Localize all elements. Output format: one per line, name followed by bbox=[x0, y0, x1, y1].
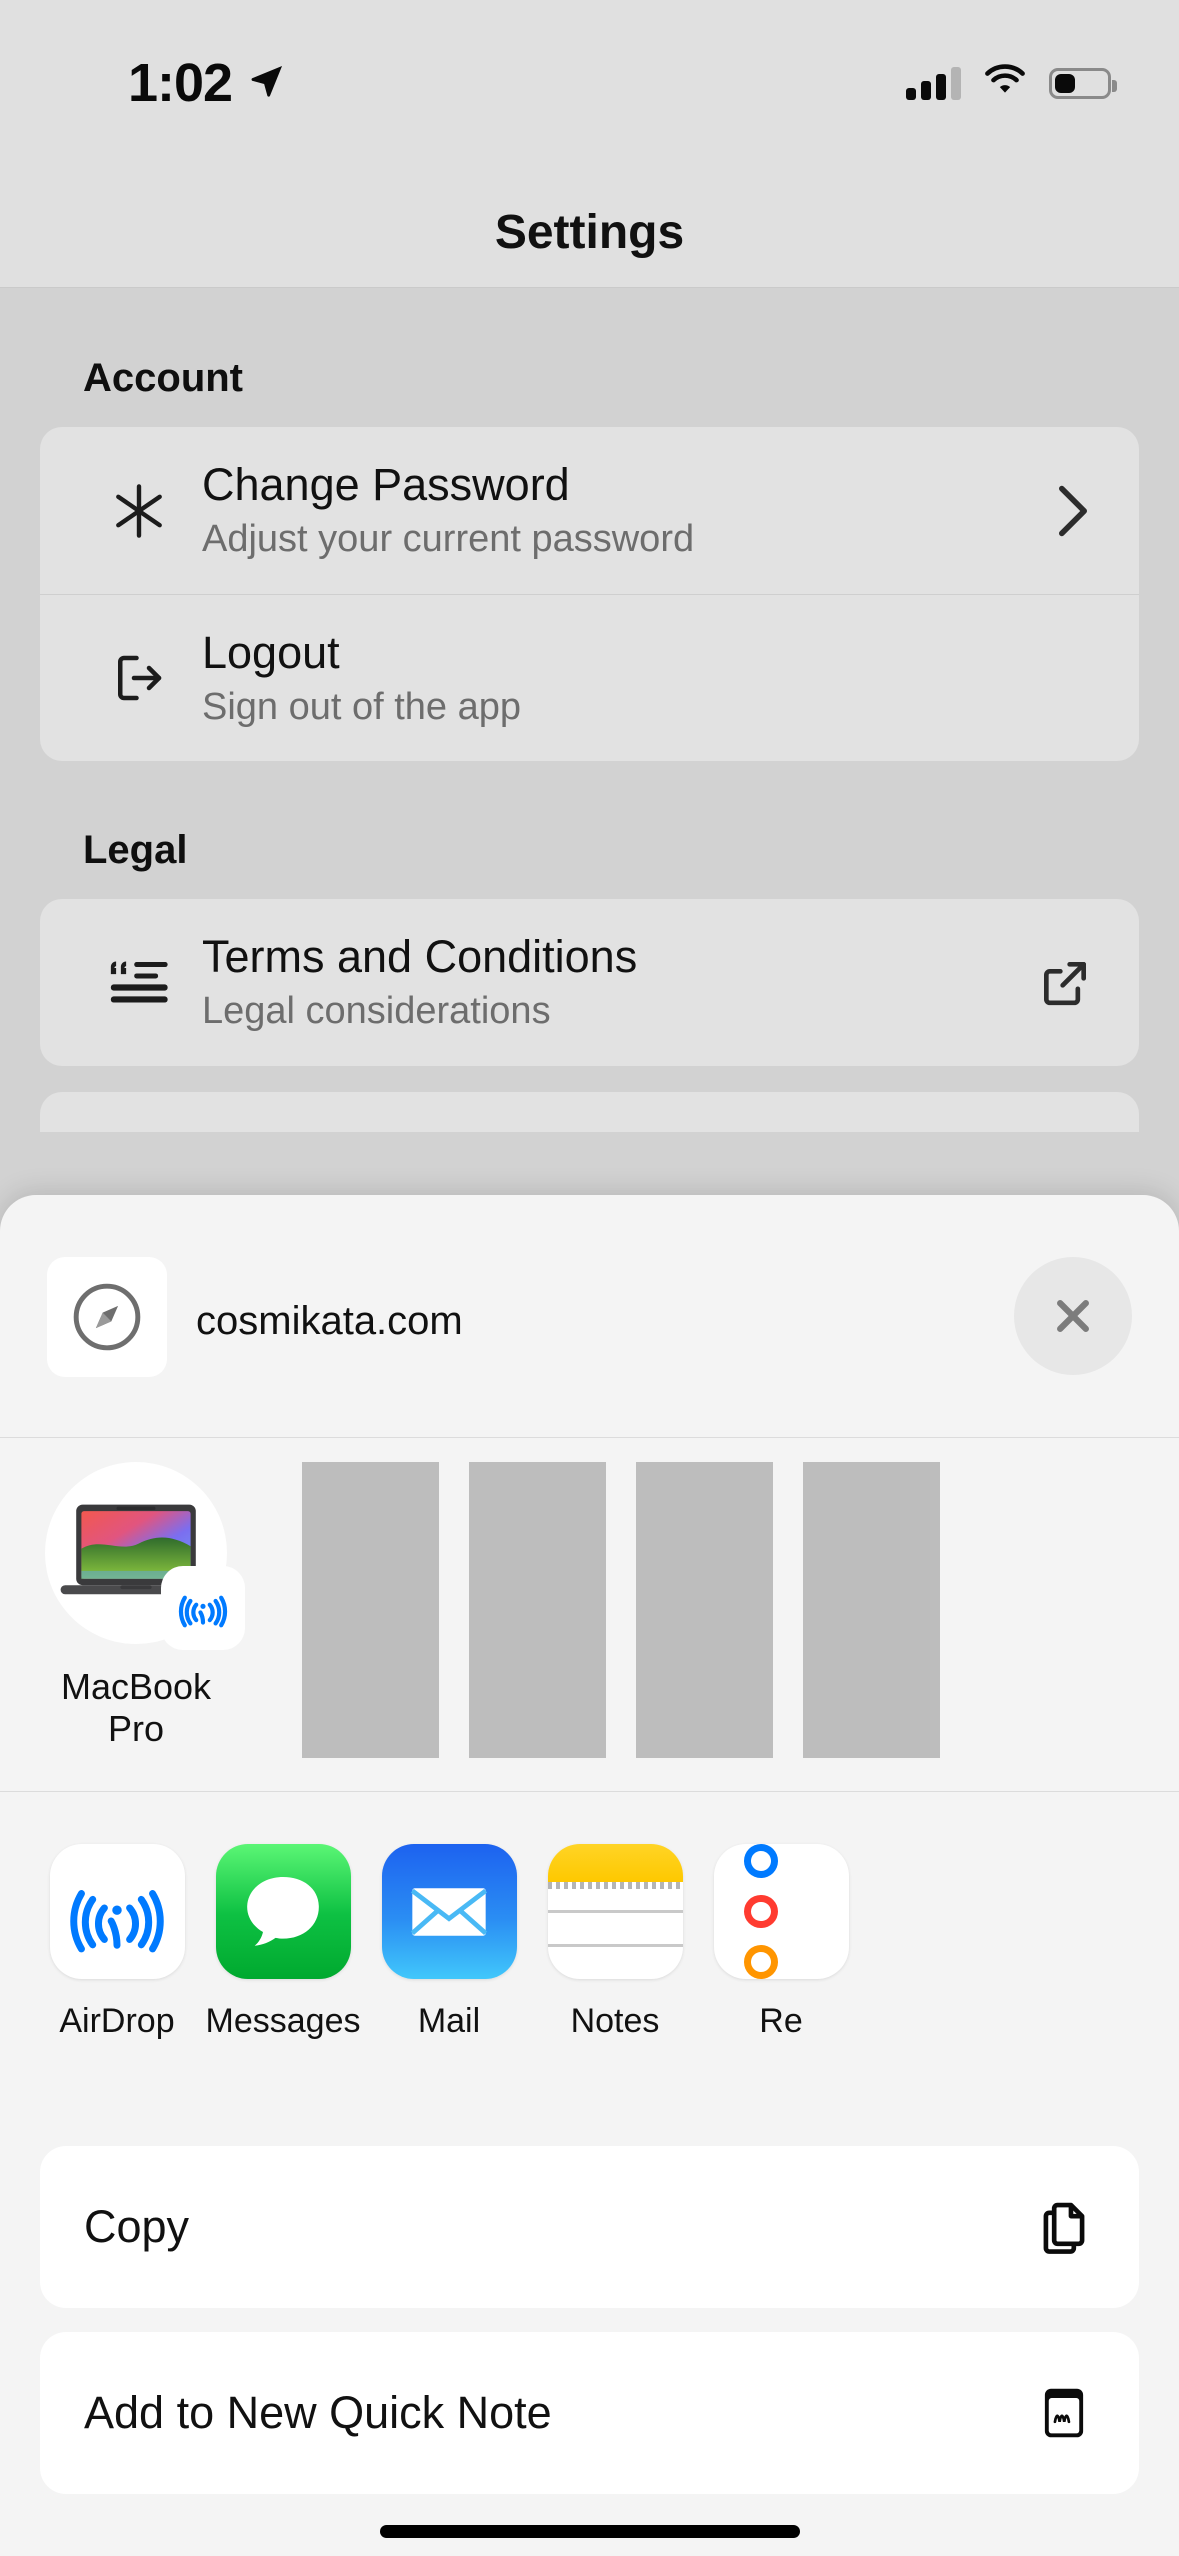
row-subtitle: Sign out of the app bbox=[202, 685, 522, 728]
airdrop-targets-row: MacBook Pro bbox=[0, 1438, 1179, 1792]
asterisk-icon bbox=[86, 480, 192, 542]
external-link-icon bbox=[1015, 955, 1093, 1011]
share-actions-list: Copy Add to New Quick Note bbox=[0, 2120, 1179, 2494]
share-app-notes[interactable]: Notes bbox=[532, 1844, 698, 2041]
airdrop-placeholder bbox=[803, 1462, 940, 1758]
wifi-icon bbox=[983, 64, 1027, 102]
share-sheet-url: cosmikata.com bbox=[196, 1299, 463, 1343]
share-app-messages[interactable]: Messages bbox=[200, 1844, 366, 2041]
share-app-mail[interactable]: Mail bbox=[366, 1844, 532, 2041]
navigation-bar: Settings bbox=[0, 178, 1179, 288]
app-label: Notes bbox=[570, 2002, 660, 2040]
iphone-screen: 1:02 Settings Account Change Password Ad… bbox=[0, 0, 1179, 2556]
location-arrow-icon bbox=[248, 62, 286, 105]
quick-note-icon bbox=[1025, 2382, 1095, 2444]
row-text: Logout Sign out of the app bbox=[192, 626, 1015, 731]
airdrop-target-label: MacBook Pro bbox=[60, 1666, 212, 1750]
share-sheet: cosmikata.com MacBook Pro AirDrop Messag… bbox=[0, 1195, 1179, 2556]
action-label: Add to New Quick Note bbox=[84, 2387, 552, 2438]
airdrop-placeholder bbox=[469, 1462, 606, 1758]
share-apps-row: AirDrop Messages Mail Notes Re bbox=[0, 1792, 1179, 2120]
row-title: Logout bbox=[202, 626, 340, 678]
share-action-copy[interactable]: Copy bbox=[40, 2146, 1139, 2308]
close-x-icon[interactable] bbox=[1014, 1257, 1132, 1375]
app-label: AirDrop bbox=[59, 2002, 175, 2040]
macbook-pro-icon bbox=[45, 1462, 245, 1650]
airdrop-target-macbook-pro[interactable]: MacBook Pro bbox=[0, 1462, 272, 1751]
page-title: Settings bbox=[494, 206, 685, 259]
airdrop-placeholder bbox=[636, 1462, 773, 1758]
airdrop-placeholder bbox=[302, 1462, 439, 1758]
row-text: Terms and Conditions Legal consideration… bbox=[192, 930, 1015, 1035]
reminders-app-icon bbox=[713, 1844, 849, 1979]
status-bar: 1:02 bbox=[0, 0, 1179, 178]
airdrop-app-icon bbox=[49, 1844, 185, 1979]
airdrop-icon bbox=[161, 1566, 245, 1650]
app-label: Messages bbox=[205, 2002, 361, 2040]
safari-compass-icon bbox=[47, 1257, 167, 1377]
status-bar-time: 1:02 bbox=[128, 53, 233, 113]
app-label: Mail bbox=[417, 2002, 481, 2040]
share-sheet-header: cosmikata.com bbox=[0, 1195, 1179, 1438]
status-bar-indicators bbox=[906, 64, 1117, 102]
copy-icon bbox=[1025, 2196, 1095, 2258]
section-header-legal: Legal bbox=[83, 828, 188, 872]
cellular-signal-icon bbox=[906, 66, 961, 100]
settings-row-terms-and-conditions[interactable]: Terms and Conditions Legal consideration… bbox=[40, 899, 1139, 1066]
action-label: Copy bbox=[84, 2201, 190, 2252]
row-text: Change Password Adjust your current pass… bbox=[192, 458, 1015, 563]
battery-icon bbox=[1049, 67, 1117, 99]
section-header-account: Account bbox=[83, 356, 243, 400]
row-subtitle: Adjust your current password bbox=[202, 518, 695, 561]
share-app-reminders[interactable]: Re bbox=[698, 1844, 864, 2041]
notes-app-icon bbox=[547, 1844, 683, 1979]
row-title: Terms and Conditions bbox=[202, 931, 638, 983]
home-indicator bbox=[379, 2525, 800, 2538]
settings-row-partial bbox=[40, 1092, 1139, 1132]
quote-list-icon bbox=[86, 957, 192, 1009]
messages-app-icon bbox=[215, 1844, 351, 1979]
share-action-add-to-new-quick-note[interactable]: Add to New Quick Note bbox=[40, 2332, 1139, 2494]
account-card: Change Password Adjust your current pass… bbox=[40, 427, 1139, 761]
settings-row-logout[interactable]: Logout Sign out of the app bbox=[40, 594, 1139, 761]
share-app-airdrop[interactable]: AirDrop bbox=[34, 1844, 200, 2041]
settings-row-change-password[interactable]: Change Password Adjust your current pass… bbox=[40, 427, 1139, 594]
row-title: Change Password bbox=[202, 459, 570, 511]
row-subtitle: Legal considerations bbox=[202, 990, 551, 1033]
chevron-right-icon bbox=[1015, 483, 1093, 539]
app-label: Re bbox=[759, 2002, 803, 2040]
mail-app-icon bbox=[381, 1844, 517, 1979]
sign-out-icon bbox=[86, 648, 192, 708]
legal-card: Terms and Conditions Legal consideration… bbox=[40, 899, 1139, 1066]
